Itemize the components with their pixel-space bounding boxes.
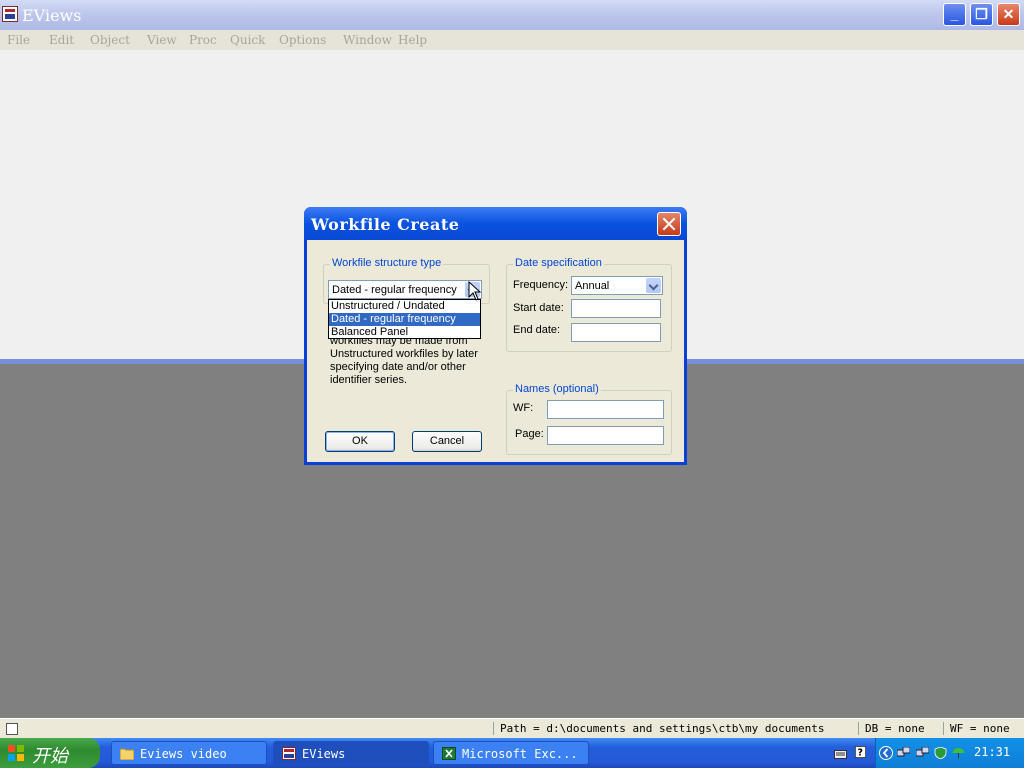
option-unstructured[interactable]: Unstructured / Undated [329, 300, 480, 313]
close-icon: ✕ [1002, 6, 1015, 22]
structure-type-select[interactable]: Dated - regular frequency [328, 280, 482, 299]
cancel-button[interactable]: Cancel [412, 431, 482, 452]
end-date-label: End date: [513, 324, 561, 336]
network-icon[interactable] [897, 747, 910, 759]
menu-view[interactable]: View [147, 33, 177, 47]
restore-icon: ❐ [975, 6, 988, 22]
workfile-create-dialog: Workfile Create Workfile structure type … [304, 207, 687, 465]
network-icon-2[interactable] [916, 747, 929, 759]
task-label: Eviews video [140, 747, 227, 761]
ok-button[interactable]: OK [325, 431, 395, 452]
menu-file[interactable]: File [7, 33, 30, 47]
description-line: identifier series. [330, 374, 408, 386]
option-balanced-panel[interactable]: Balanced Panel [329, 326, 480, 339]
page-label: Page: [515, 428, 544, 440]
menu-edit[interactable]: Edit [49, 33, 74, 47]
minimize-button[interactable]: _ [943, 3, 966, 26]
date-spec-legend: Date specification [513, 257, 604, 269]
restore-button[interactable]: ❐ [970, 3, 993, 26]
close-app-button[interactable]: ✕ [997, 3, 1020, 26]
structure-description: workfiles may be made from Unstructured … [330, 335, 490, 387]
structure-type-value: Dated - regular frequency [332, 284, 457, 296]
taskbar: 开始 Eviews video EViews Microsoft Exc... … [0, 738, 1024, 768]
dialog-close-button[interactable] [657, 212, 681, 236]
menu-proc[interactable]: Proc [189, 33, 217, 47]
folder-icon [120, 748, 134, 760]
description-line: specifying date and/or other [330, 361, 466, 373]
dialog-title: Workfile Create [311, 215, 460, 234]
start-date-label: Start date: [513, 302, 564, 314]
task-label: EViews [302, 747, 346, 761]
svg-text:?: ? [858, 747, 863, 758]
frequency-select[interactable]: Annual [571, 276, 663, 295]
menu-quick[interactable]: Quick [230, 33, 265, 47]
menu-window[interactable]: Window [343, 33, 392, 47]
app-title-bar: EViews _ ❐ ✕ [0, 0, 1024, 30]
menu-bar: File Edit Object View Proc Quick Options… [0, 30, 1024, 50]
start-button[interactable]: 开始 [0, 738, 100, 768]
menu-object[interactable]: Object [90, 33, 130, 47]
dialog-body: Workfile structure type Dated - regular … [307, 240, 684, 462]
task-excel[interactable]: Microsoft Exc... [433, 741, 589, 765]
status-db: DB = none [858, 722, 925, 735]
security-shield-icon[interactable] [934, 747, 947, 759]
task-eviews-video[interactable]: Eviews video [111, 741, 267, 765]
dialog-title-bar[interactable]: Workfile Create [304, 207, 687, 240]
end-date-input[interactable] [571, 323, 661, 342]
menu-help[interactable]: Help [398, 33, 427, 47]
frequency-label: Frequency: [513, 279, 569, 291]
umbrella-icon[interactable] [952, 747, 965, 759]
eviews-app-icon[interactable] [2, 6, 18, 22]
chevron-left-icon[interactable] [879, 745, 893, 761]
start-date-input[interactable] [571, 299, 661, 318]
option-dated-regular[interactable]: Dated - regular frequency [329, 313, 480, 326]
description-line: Unstructured workfiles by later [330, 348, 478, 360]
status-bar: Path = d:\documents and settings\ctb\my … [0, 718, 1024, 739]
status-wf: WF = none [943, 722, 1010, 735]
task-eviews[interactable]: EViews [273, 741, 429, 765]
wf-label: WF: [513, 402, 534, 414]
status-checkbox[interactable] [6, 723, 18, 735]
mouse-cursor-icon [468, 281, 482, 301]
frequency-value: Annual [575, 280, 610, 292]
clock: 21:31 [974, 745, 1011, 759]
structure-type-dropdown-list: Unstructured / Undated Dated - regular f… [328, 299, 481, 339]
excel-icon [442, 747, 456, 760]
start-label: 开始 [32, 746, 68, 767]
chevron-down-icon[interactable] [646, 278, 661, 293]
windows-logo-icon [8, 745, 24, 761]
status-path: Path = d:\documents and settings\ctb\my … [493, 722, 825, 735]
page-name-input[interactable] [547, 426, 664, 445]
minimize-icon: _ [950, 6, 959, 22]
eviews-app-icon [282, 747, 296, 760]
names-legend: Names (optional) [513, 383, 601, 395]
system-tray: ? 21:31 [834, 738, 1024, 768]
help-icon[interactable]: ? [854, 746, 867, 758]
structure-type-legend: Workfile structure type [330, 257, 444, 269]
keyboard-icon[interactable] [834, 748, 847, 760]
wf-name-input[interactable] [547, 400, 664, 419]
menu-options[interactable]: Options [279, 33, 326, 47]
app-title: EViews [22, 6, 82, 25]
task-label: Microsoft Exc... [462, 747, 578, 761]
